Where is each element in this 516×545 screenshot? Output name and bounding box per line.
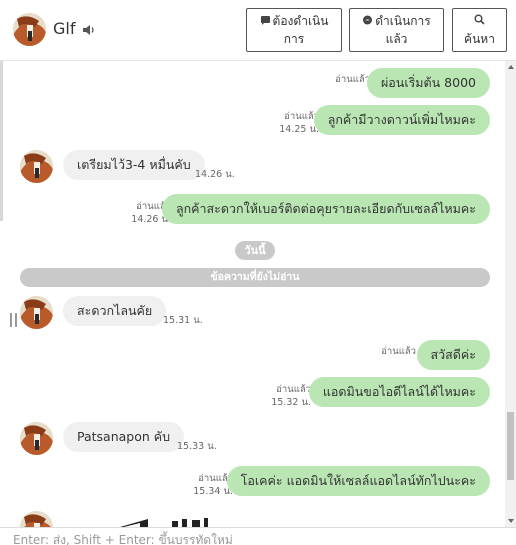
read-receipt: อ่านแล้ว — [381, 346, 416, 357]
day-separator: วันนี้ — [235, 241, 275, 260]
message-time: 15.34 น. — [193, 486, 233, 497]
resize-handle[interactable] — [10, 313, 17, 327]
message-bubble-outgoing[interactable]: สวัสดีค่ะ — [416, 340, 490, 370]
message-bubble-incoming[interactable]: Patsanapon คับ — [63, 422, 185, 452]
chat-header: Glf ต้องดำเนิน การ ดำเนินการ แล้ว ค้นหา — [0, 0, 516, 61]
message-time: 14.26 น. — [195, 169, 235, 180]
message-list[interactable]: อ่านแล้ว ผ่อนเริ่มต้น 8000 อ่านแล้ว 14.2… — [0, 61, 516, 527]
left-edge-bar — [0, 61, 3, 221]
contact-name: Glf — [53, 19, 76, 38]
message-time: 15.32 น. — [271, 397, 311, 408]
search-button-label: ค้นหา — [464, 32, 495, 46]
read-receipt: อ่านแล้ว — [335, 74, 370, 85]
done-button[interactable]: ดำเนินการ แล้ว — [349, 8, 444, 52]
message-bubble-incoming[interactable]: สะดวกไลนคัย — [63, 296, 167, 326]
sender-avatar[interactable] — [20, 511, 53, 527]
message-bubble-outgoing[interactable]: ลูกค้าสะดวกให้เบอร์ติดต่อคุยรายละเอียดกั… — [161, 194, 490, 224]
message-bubble-outgoing[interactable]: โอเคค่ะ แอดมินให้เซลล์แอดไลน์ทักไปนะคะ — [226, 466, 490, 496]
scrollbar-thumb[interactable] — [507, 412, 514, 480]
chat-bubble-icon — [260, 16, 270, 25]
message-time: 15.33 น. — [177, 441, 217, 452]
composer — [0, 527, 516, 545]
todo-button-label-1: ต้องดำเนิน — [272, 14, 329, 28]
message-bubble-outgoing[interactable]: แอดมินขอไอดีไลน์ได้ไหมคะ — [308, 377, 490, 407]
contact-avatar[interactable] — [13, 13, 46, 46]
search-button[interactable]: ค้นหา — [452, 8, 507, 52]
speaker-icon[interactable] — [82, 23, 96, 37]
scroll-up-arrow-icon[interactable] — [508, 65, 514, 69]
unread-divider: ข้อความที่ยังไม่อ่าน — [20, 268, 490, 287]
message-bubble-outgoing[interactable]: ลูกค้ามีวางดาวน์เพิ่มไหมคะ — [313, 105, 490, 135]
done-button-label-1: ดำเนินการ — [375, 14, 431, 28]
sender-avatar[interactable] — [20, 296, 53, 329]
sender-avatar[interactable] — [20, 150, 53, 183]
done-button-label-2: แล้ว — [385, 32, 408, 46]
todo-button-label-2: การ — [283, 32, 305, 46]
message-time: 15.31 น. — [163, 315, 203, 326]
message-input[interactable] — [0, 528, 516, 545]
scroll-down-arrow-icon[interactable] — [508, 519, 514, 523]
message-time: 14.25 น. — [279, 124, 319, 135]
todo-button[interactable]: ต้องดำเนิน การ — [246, 8, 342, 52]
messages-scrollbar[interactable] — [505, 61, 516, 527]
message-bubble-incoming[interactable]: เตรียมไว้3-4 หมื่นคับ — [63, 150, 205, 180]
chat-window: Glf ต้องดำเนิน การ ดำเนินการ แล้ว ค้นหา … — [0, 0, 516, 545]
messenger-icon — [363, 15, 373, 25]
sender-avatar[interactable] — [20, 422, 53, 455]
search-icon — [474, 14, 485, 25]
message-bubble-outgoing[interactable]: ผ่อนเริ่มต้น 8000 — [366, 68, 490, 98]
partial-message-content — [120, 518, 208, 527]
read-receipt: อ่านแล้ว — [276, 384, 311, 395]
